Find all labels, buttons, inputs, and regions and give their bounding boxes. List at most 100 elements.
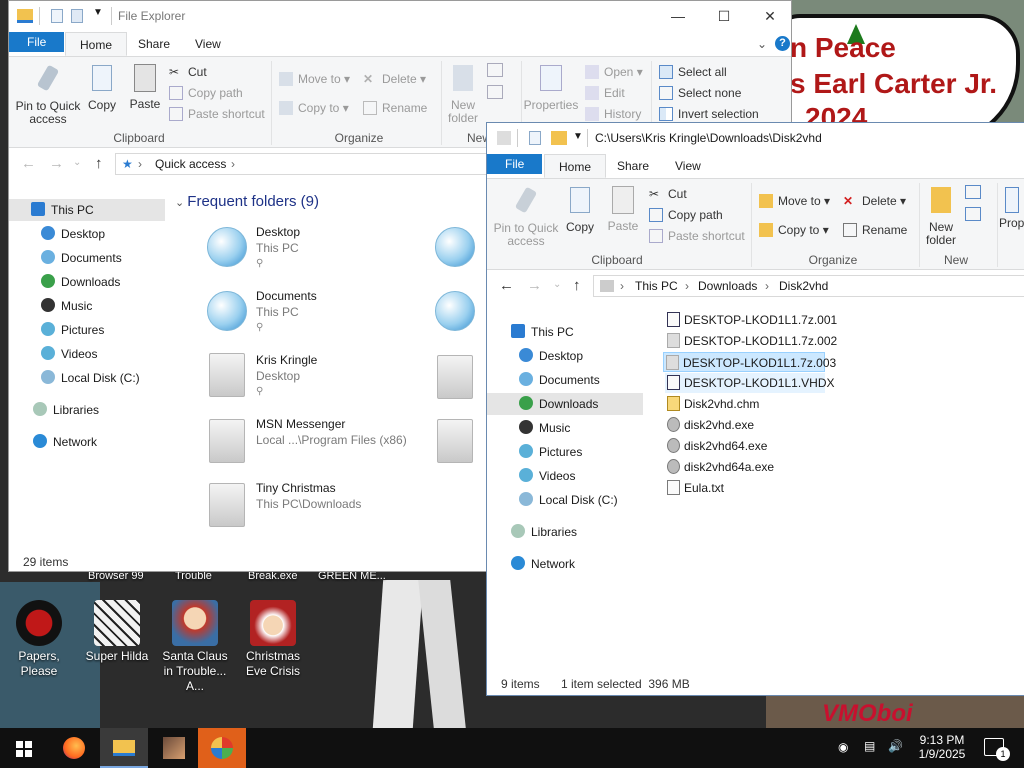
- cut-button[interactable]: ✂ Cut: [649, 187, 687, 201]
- pin-to-quick-access-button[interactable]: Pin to Quick access: [491, 185, 561, 248]
- chevron-down-icon[interactable]: ▼: [573, 131, 583, 142]
- frequent-folders-heading[interactable]: ⌄ Frequent folders (9): [175, 193, 319, 210]
- nav-desktop[interactable]: Desktop: [519, 345, 583, 367]
- computer-tray-icon[interactable]: ▤: [864, 739, 875, 753]
- properties-button[interactable]: Properties: [521, 63, 581, 112]
- maximize-button[interactable]: ☐: [701, 1, 747, 31]
- folder-tile-tiny-christmas[interactable]: Tiny Christmas This PC\Downloads: [205, 479, 485, 531]
- copy-button[interactable]: Copy: [85, 63, 119, 112]
- folder-icon[interactable]: [437, 419, 473, 463]
- network-tray-icon[interactable]: ◉: [838, 740, 848, 754]
- file-row[interactable]: disk2vhd64.exe: [665, 436, 767, 456]
- new-item-icon[interactable]: [487, 63, 503, 77]
- properties-icon[interactable]: [529, 131, 541, 145]
- nav-this-pc[interactable]: This PC: [511, 321, 574, 343]
- start-button[interactable]: [0, 728, 48, 768]
- file-row[interactable]: disk2vhd64a.exe: [665, 457, 774, 477]
- desktop-icon-santa-claus[interactable]: Santa Claus in Trouble... A...: [156, 600, 234, 694]
- breadcrumb-disk2vhd[interactable]: Disk2vhd: [779, 276, 828, 296]
- chevron-down-icon[interactable]: ⌄: [757, 37, 767, 51]
- file-row[interactable]: DESKTOP-LKOD1L1.7z.001: [665, 310, 837, 330]
- copy-button[interactable]: Copy: [563, 185, 597, 234]
- history-button[interactable]: History: [585, 107, 641, 121]
- nav-libraries[interactable]: Libraries: [511, 521, 577, 543]
- open-button[interactable]: Open ▾: [585, 65, 643, 79]
- breadcrumb-this-pc[interactable]: This PC: [635, 276, 678, 296]
- pin-to-quick-access-button[interactable]: Pin to Quick access: [13, 63, 83, 126]
- edit-button[interactable]: Edit: [585, 86, 625, 100]
- pictures-folder-icon[interactable]: [435, 291, 475, 331]
- desktop-icon-super-hilda[interactable]: Super Hilda: [78, 600, 156, 664]
- cut-button[interactable]: ✂ Cut: [169, 65, 207, 79]
- nav-network[interactable]: Network: [511, 553, 575, 575]
- move-to-button[interactable]: Move to ▾: [279, 72, 350, 86]
- rename-button[interactable]: Rename: [843, 223, 907, 237]
- help-icon[interactable]: ?: [775, 36, 790, 51]
- new-folder-button[interactable]: New folder: [443, 63, 483, 125]
- file-row[interactable]: DESKTOP-LKOD1L1.VHDX: [665, 373, 835, 393]
- tab-file[interactable]: File: [9, 32, 65, 52]
- paste-button[interactable]: Paste: [127, 63, 163, 111]
- nav-local-disk[interactable]: Local Disk (C:): [519, 489, 618, 511]
- folder-icon[interactable]: [437, 355, 473, 399]
- easy-access-icon[interactable]: [487, 85, 503, 99]
- address-bar[interactable]: ★ › Quick access ›: [115, 153, 495, 175]
- nav-pictures[interactable]: Pictures: [41, 319, 104, 341]
- paste-shortcut-button[interactable]: Paste shortcut: [169, 107, 265, 121]
- new-folder-qat-icon[interactable]: [71, 9, 83, 23]
- firefox-taskbar-button[interactable]: [50, 728, 98, 768]
- volume-icon[interactable]: 🔊: [888, 739, 903, 753]
- properties-button[interactable]: Prop: [999, 185, 1024, 230]
- back-button[interactable]: ←: [21, 155, 36, 172]
- tab-home[interactable]: Home: [65, 32, 128, 56]
- copy-to-button[interactable]: Copy to ▾: [759, 223, 829, 237]
- tab-share[interactable]: Share: [124, 32, 184, 56]
- nav-videos[interactable]: Videos: [519, 465, 575, 487]
- file-row[interactable]: Disk2vhd.chm: [665, 394, 759, 414]
- easy-access-icon[interactable]: [965, 207, 981, 221]
- desktop-icon-papers-please[interactable]: Papers, Please: [0, 600, 78, 679]
- nav-local-disk[interactable]: Local Disk (C:): [41, 367, 140, 389]
- new-folder-qat-icon[interactable]: [551, 131, 567, 145]
- back-button[interactable]: ←: [499, 277, 514, 294]
- file-row[interactable]: DESKTOP-LKOD1L1.7z.002: [665, 331, 837, 351]
- recent-locations-button[interactable]: ⌄: [73, 157, 81, 168]
- downloads-folder-icon[interactable]: [435, 227, 475, 267]
- tab-view[interactable]: View: [181, 32, 235, 56]
- up-button[interactable]: ↑: [573, 277, 581, 294]
- tab-home[interactable]: Home: [544, 154, 607, 178]
- close-button[interactable]: ✕: [747, 1, 791, 31]
- desktop-icon-christmas-eve-crisis[interactable]: Christmas Eve Crisis: [234, 600, 312, 679]
- address-bar[interactable]: › This PC › Downloads › Disk2vhd: [593, 275, 1024, 297]
- forward-button[interactable]: →: [527, 277, 542, 294]
- tab-view[interactable]: View: [661, 154, 715, 178]
- nav-documents[interactable]: Documents: [41, 247, 122, 269]
- delete-button[interactable]: ✕ Delete ▾: [843, 194, 906, 208]
- pin-qat-icon[interactable]: [497, 131, 511, 145]
- select-all-button[interactable]: Select all: [659, 65, 727, 79]
- nav-network[interactable]: Network: [33, 431, 97, 453]
- nav-documents[interactable]: Documents: [519, 369, 600, 391]
- forward-button[interactable]: →: [49, 155, 64, 172]
- paste-button[interactable]: Paste: [605, 185, 641, 233]
- game-taskbar-button[interactable]: [150, 728, 198, 768]
- nav-music[interactable]: Music: [41, 295, 92, 317]
- new-folder-button[interactable]: New folder: [921, 185, 961, 247]
- recent-locations-button[interactable]: ⌄: [553, 279, 561, 290]
- nav-this-pc[interactable]: This PC: [9, 199, 165, 221]
- rename-button[interactable]: Rename: [363, 101, 427, 115]
- app-taskbar-button[interactable]: [198, 728, 246, 768]
- chevron-down-icon[interactable]: ▼: [93, 7, 103, 18]
- nav-videos[interactable]: Videos: [41, 343, 97, 365]
- nav-pictures[interactable]: Pictures: [519, 441, 582, 463]
- breadcrumb-downloads[interactable]: Downloads: [698, 276, 757, 296]
- file-row[interactable]: disk2vhd.exe: [665, 415, 754, 435]
- copy-path-button[interactable]: Copy path: [169, 86, 243, 100]
- minimize-button[interactable]: —: [655, 1, 701, 31]
- file-explorer-taskbar-button[interactable]: [100, 728, 148, 768]
- select-none-button[interactable]: Select none: [659, 86, 741, 100]
- move-to-button[interactable]: Move to ▾: [759, 194, 830, 208]
- nav-downloads[interactable]: Downloads: [487, 393, 643, 415]
- breadcrumb-quick-access[interactable]: Quick access: [155, 154, 226, 174]
- up-button[interactable]: ↑: [95, 155, 103, 172]
